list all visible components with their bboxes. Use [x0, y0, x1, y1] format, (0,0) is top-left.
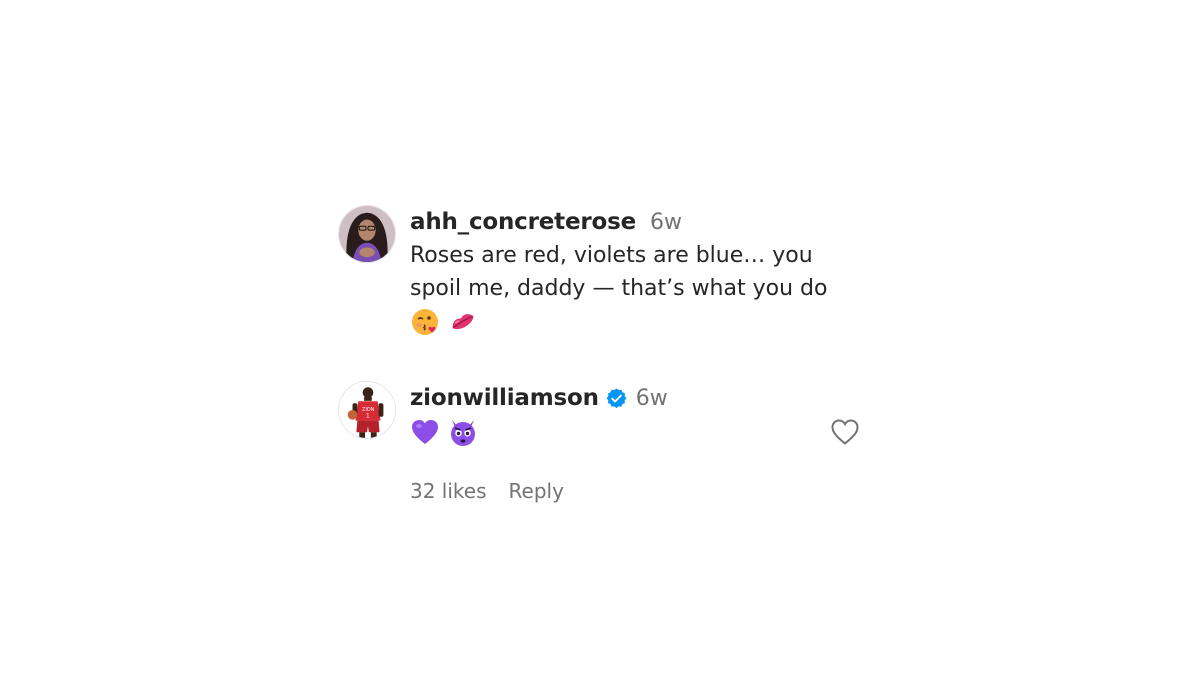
- comment-text: Roses are red, violets are blue… you spo…: [410, 243, 828, 301]
- purple-heart-emoji: [410, 417, 440, 447]
- svg-text:1: 1: [366, 414, 370, 420]
- verified-badge-icon: [605, 387, 628, 410]
- heart-outline-icon[interactable]: [830, 418, 860, 446]
- comment-item: ZION 1 zionwilliamson 6w 32 likes Reply: [338, 381, 868, 503]
- lips-kiss-mark-emoji: [448, 307, 478, 337]
- user-avatar[interactable]: ZION 1: [338, 381, 396, 439]
- reply-button[interactable]: Reply: [509, 479, 564, 503]
- comment-item: ahh_concreterose 6w Roses are red, viole…: [338, 205, 868, 339]
- comment-thread: ahh_concreterose 6w Roses are red, viole…: [338, 205, 868, 503]
- svg-text:ZION: ZION: [362, 407, 375, 413]
- comment-timestamp: 6w: [635, 385, 668, 411]
- comment-timestamp: 6w: [649, 209, 682, 235]
- user-avatar[interactable]: [338, 205, 396, 263]
- likes-count[interactable]: 32 likes: [410, 479, 487, 503]
- kissing-face-with-heart-emoji: [410, 307, 440, 337]
- comment-username[interactable]: ahh_concreterose: [410, 209, 636, 235]
- comment-username[interactable]: zionwilliamson: [410, 385, 599, 411]
- purple-devil-face-emoji: [448, 417, 478, 447]
